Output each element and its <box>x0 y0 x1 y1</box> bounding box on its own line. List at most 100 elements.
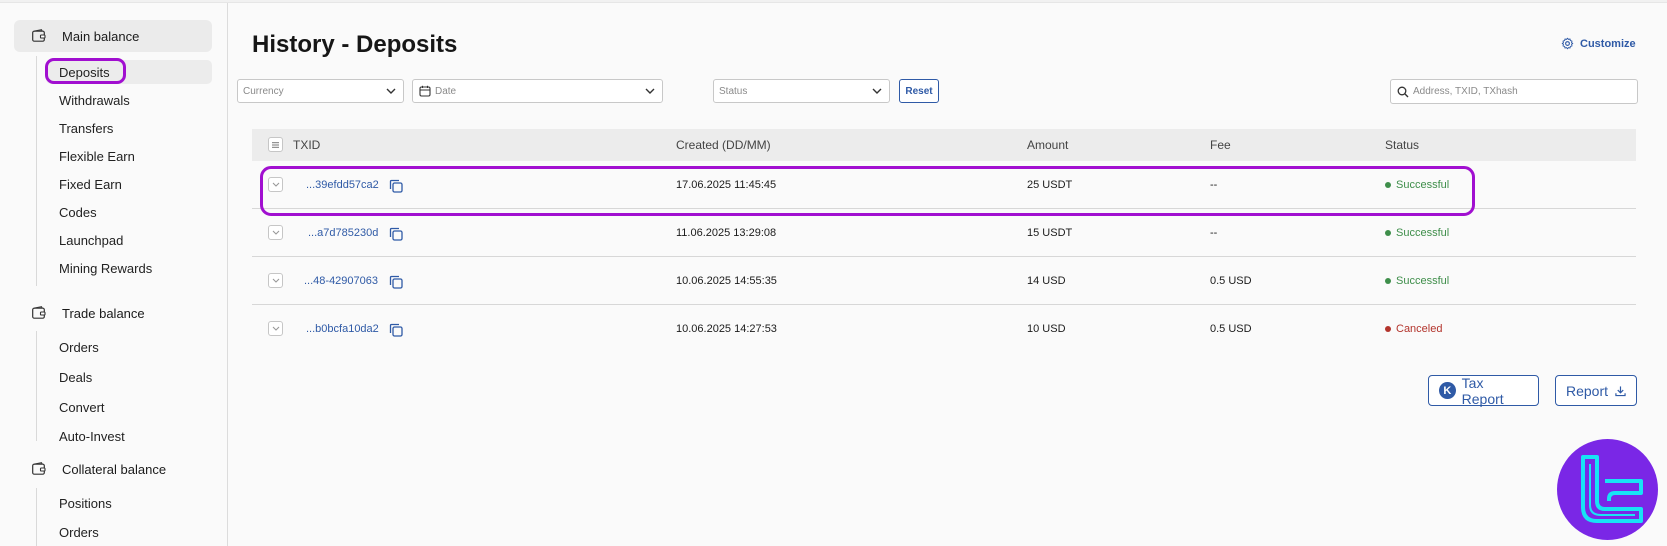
column-header-fee: Fee <box>1210 138 1231 152</box>
status-badge: Successful <box>1385 179 1449 191</box>
currency-select[interactable]: Currency <box>237 79 404 103</box>
row-expand-toggle[interactable] <box>268 321 283 336</box>
txid-link[interactable]: ...a7d785230d <box>308 227 378 239</box>
wallet-icon <box>32 306 46 319</box>
status-placeholder: Status <box>719 85 748 97</box>
copy-icon[interactable] <box>389 275 403 289</box>
status-text: Canceled <box>1396 323 1443 335</box>
amount-value: 25 USDT <box>1027 179 1073 191</box>
tree-line <box>36 488 37 546</box>
sidebar-item-mining-rewards[interactable]: Mining Rewards <box>46 256 165 280</box>
txid-link[interactable]: ...39efdd57ca2 <box>306 179 379 191</box>
report-button[interactable]: Report <box>1555 375 1637 406</box>
status-dot <box>1385 278 1391 284</box>
status-badge: Canceled <box>1385 323 1442 335</box>
txid-link[interactable]: ...48-42907063 <box>304 275 378 287</box>
sidebar-item-collateral-orders[interactable]: Orders <box>46 520 112 544</box>
created-date: 10.06.2025 14:55:35 <box>676 275 777 287</box>
sidebar-group-trade-balance[interactable]: Trade balance <box>14 297 212 329</box>
table-row: ...b0bcfa10da2 10.06.2025 14:27:53 10 US… <box>252 305 1636 353</box>
table-row: ...39efdd57ca2 17.06.2025 11:45:45 25 US… <box>252 161 1636 209</box>
sidebar-group-label: Collateral balance <box>62 461 167 477</box>
sidebar-item-flexible-earn[interactable]: Flexible Earn <box>46 144 148 168</box>
report-label: Report <box>1566 382 1609 399</box>
column-header-txid: TXID <box>293 138 321 152</box>
currency-placeholder: Currency <box>243 85 284 97</box>
status-dot <box>1385 326 1391 332</box>
row-expand-toggle[interactable] <box>268 225 283 240</box>
date-placeholder: Date <box>435 85 457 97</box>
tax-report-label: Tax Report <box>1461 374 1504 407</box>
customize-label: Customize <box>1580 37 1636 50</box>
fee-value: -- <box>1210 179 1218 191</box>
page-title: History - Deposits <box>252 31 458 58</box>
main-content: History - Deposits Customize Currency Da… <box>229 3 1667 546</box>
sidebar-group-collateral-balance[interactable]: Collateral balance <box>14 453 212 485</box>
row-expand-toggle[interactable] <box>268 273 283 288</box>
fee-value: -- <box>1210 227 1218 239</box>
row-expand-toggle[interactable] <box>268 177 283 192</box>
customize-button[interactable]: Customize <box>1561 37 1636 50</box>
table-header: TXID Created (DD/MM) Amount Fee Status <box>252 129 1636 161</box>
sidebar-group-label: Main balance <box>62 28 140 44</box>
tree-line <box>36 56 37 286</box>
sidebar: Main balance Deposits Withdrawals Transf… <box>0 3 228 546</box>
chevron-down-icon <box>272 182 280 187</box>
table-row: ...48-42907063 10.06.2025 14:55:35 14 US… <box>252 257 1636 305</box>
tree-line <box>36 331 37 441</box>
fee-value: 0.5 USD <box>1210 275 1252 287</box>
created-date: 17.06.2025 11:45:45 <box>676 179 777 191</box>
sidebar-item-fixed-earn[interactable]: Fixed Earn <box>46 172 135 196</box>
chevron-down-icon <box>645 88 655 94</box>
status-text: Successful <box>1396 275 1450 287</box>
gear-icon <box>1561 37 1574 50</box>
txid-link[interactable]: ...b0bcfa10da2 <box>306 323 379 335</box>
status-dot <box>1385 182 1391 188</box>
copy-icon[interactable] <box>389 227 403 241</box>
sidebar-item-positions[interactable]: Positions <box>46 491 125 515</box>
status-text: Successful <box>1396 227 1450 239</box>
list-icon <box>272 142 279 148</box>
sidebar-group-main-balance[interactable]: Main balance <box>14 20 212 52</box>
calendar-icon <box>419 85 431 97</box>
sidebar-item-deals[interactable]: Deals <box>46 365 105 389</box>
watermark-logo <box>1557 439 1658 540</box>
date-select[interactable]: Date <box>412 79 663 103</box>
column-header-amount: Amount <box>1027 138 1069 152</box>
sidebar-item-withdrawals[interactable]: Withdrawals <box>46 88 143 112</box>
tax-report-button[interactable]: K Tax Report <box>1428 374 1539 407</box>
status-text: Successful <box>1396 179 1450 191</box>
app-frame: Main balance Deposits Withdrawals Transf… <box>0 2 1667 546</box>
copy-icon[interactable] <box>389 179 403 193</box>
download-icon <box>1615 385 1626 396</box>
sidebar-item-orders[interactable]: Orders <box>46 335 112 359</box>
table-row: ...a7d785230d 11.06.2025 13:29:08 15 USD… <box>252 209 1636 257</box>
sidebar-item-convert[interactable]: Convert <box>46 395 118 419</box>
chevron-down-icon <box>872 88 882 94</box>
chevron-down-icon <box>386 88 396 94</box>
column-header-created: Created (DD/MM) <box>676 138 771 152</box>
copy-icon[interactable] <box>389 323 403 337</box>
search-field[interactable]: Address, TXID, TXhash <box>1390 79 1638 104</box>
chevron-down-icon <box>272 278 280 283</box>
fee-value: 0.5 USD <box>1210 323 1252 335</box>
chevron-down-icon <box>272 326 280 331</box>
status-dot <box>1385 230 1391 236</box>
wallet-icon <box>32 29 46 42</box>
sidebar-item-deposits[interactable]: Deposits <box>46 60 212 84</box>
amount-value: 15 USDT <box>1027 227 1073 239</box>
sidebar-item-codes[interactable]: Codes <box>46 200 110 224</box>
sidebar-item-auto-invest[interactable]: Auto-Invest <box>46 424 138 448</box>
select-all-checkbox[interactable] <box>268 137 283 152</box>
tax-report-badge-icon: K <box>1439 382 1456 399</box>
brand-logo-icon <box>1581 455 1643 523</box>
amount-value: 14 USD <box>1027 275 1066 287</box>
created-date: 11.06.2025 13:29:08 <box>676 227 777 239</box>
sidebar-item-transfers[interactable]: Transfers <box>46 116 126 140</box>
search-placeholder: Address, TXID, TXhash <box>1413 86 1518 97</box>
reset-button[interactable]: Reset <box>899 79 939 103</box>
sidebar-item-launchpad[interactable]: Launchpad <box>46 228 136 252</box>
status-select[interactable]: Status <box>713 79 890 103</box>
amount-value: 10 USD <box>1027 323 1066 335</box>
status-badge: Successful <box>1385 275 1449 287</box>
